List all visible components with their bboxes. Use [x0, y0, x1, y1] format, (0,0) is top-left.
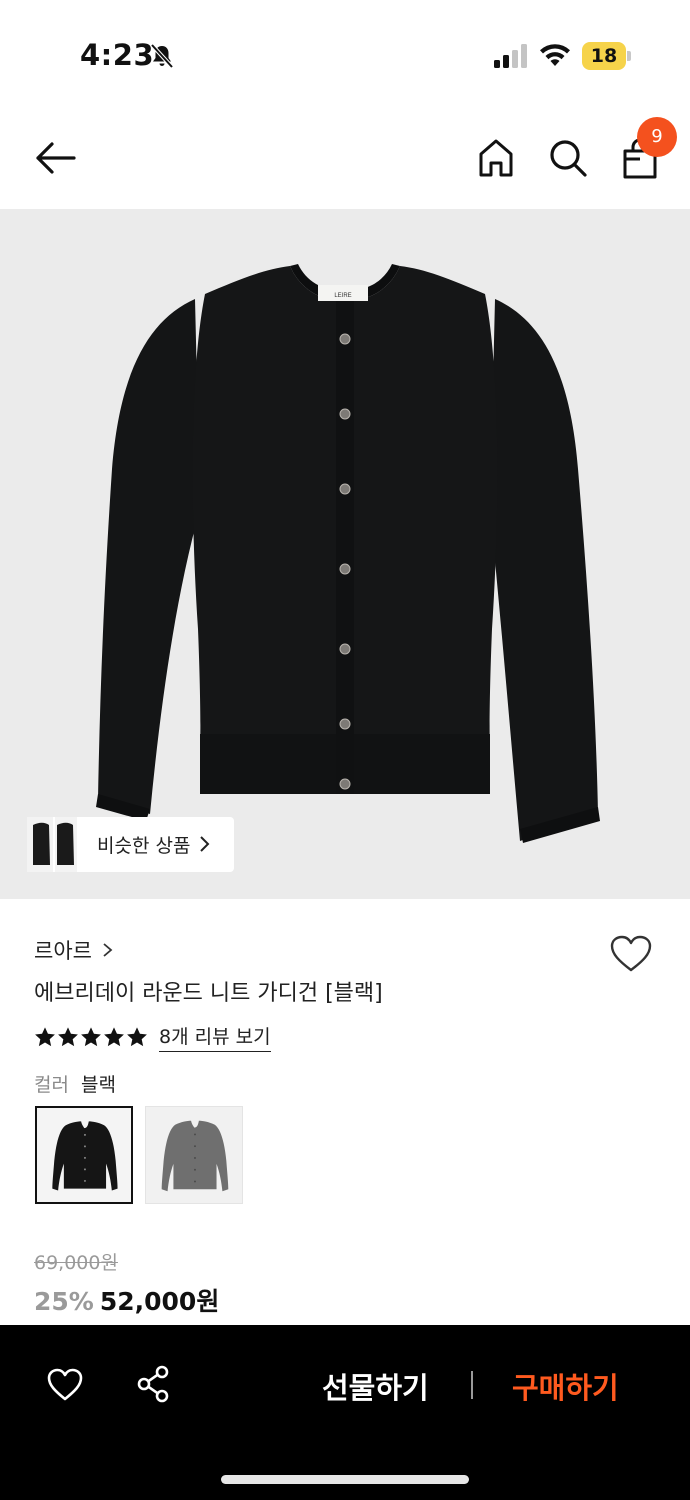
star-icon [58, 1027, 78, 1047]
product-image[interactable]: LEIRE 비슷한 상품 [0, 209, 690, 899]
search-icon[interactable] [548, 138, 588, 178]
discount-rate: 25% [34, 1287, 94, 1316]
battery-indicator: 18 [582, 42, 631, 70]
chevron-right-icon [103, 943, 113, 957]
chevron-right-icon [200, 836, 210, 852]
sale-price: 52,000원 [99, 1287, 220, 1316]
star-icon [127, 1027, 147, 1047]
swatch-gray-image [146, 1107, 242, 1203]
brand-link[interactable]: 르아르 [34, 935, 114, 965]
gift-button[interactable]: 선물하기 [322, 1365, 429, 1407]
battery-cap [627, 51, 631, 61]
bottom-action-bar: 선물하기 구매하기 [0, 1325, 690, 1500]
star-icon [81, 1027, 101, 1047]
star-icon [35, 1027, 55, 1047]
home-indicator [221, 1475, 469, 1484]
back-arrow-icon[interactable] [34, 140, 76, 176]
star-icon [104, 1027, 124, 1047]
similar-products-label: 비슷한 상품 [97, 835, 191, 857]
review-link[interactable]: 8개 리뷰 보기 [159, 1022, 271, 1052]
swatch-black-image [37, 1108, 131, 1202]
color-swatch-gray[interactable] [145, 1106, 243, 1204]
color-swatch-black[interactable] [35, 1106, 133, 1204]
heart-icon[interactable] [46, 1367, 84, 1403]
battery-level: 18 [582, 42, 626, 70]
price-row: 25% 52,000원 [34, 1282, 219, 1318]
share-icon[interactable] [135, 1365, 171, 1403]
button-divider [471, 1371, 473, 1399]
product-title: 에브리데이 라운드 니트 가디건 [블랙] [34, 981, 383, 1006]
original-price: 69,000원 [34, 1252, 118, 1274]
signal-icon [494, 44, 527, 68]
nav-bar [0, 110, 690, 210]
color-value: 블랙 [80, 1074, 116, 1096]
cart-count-badge: 9 [637, 117, 677, 157]
color-row: 컬러 블랙 [34, 1070, 116, 1097]
heart-icon[interactable] [609, 934, 653, 974]
wifi-icon [540, 44, 570, 66]
brand-name: 르아르 [34, 939, 92, 963]
home-icon[interactable] [478, 138, 514, 178]
cardigan-photo: LEIRE [96, 264, 600, 843]
status-bar: 4:23 18 [0, 0, 690, 110]
rating-row: 8개 리뷰 보기 [34, 1022, 271, 1052]
color-label: 컬러 [34, 1074, 69, 1096]
similar-products-thumbnail [27, 817, 103, 872]
rating-stars [34, 1026, 149, 1048]
bell-off-icon [150, 43, 174, 69]
buy-button[interactable]: 구매하기 [512, 1365, 619, 1407]
svg-text:LEIRE: LEIRE [334, 293, 351, 299]
similar-products-button[interactable]: 비슷한 상품 [27, 817, 234, 872]
status-time: 4:23 [80, 38, 155, 72]
